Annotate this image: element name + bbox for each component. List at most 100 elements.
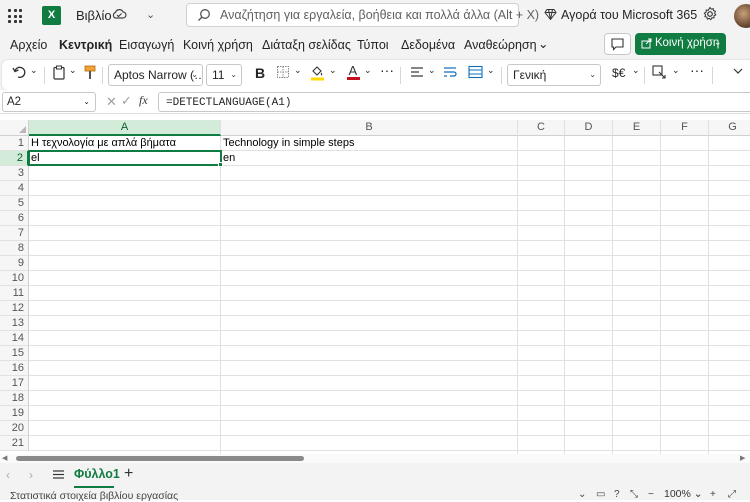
scrollbar-thumb[interactable] bbox=[16, 456, 304, 461]
next-sheet-icon[interactable]: › bbox=[29, 468, 33, 482]
fill-color-chevron-icon[interactable]: ⌄ bbox=[329, 65, 337, 76]
undo-dropdown-chevron-icon[interactable]: ⌄ bbox=[30, 65, 38, 76]
share-button[interactable]: Κοινή χρήση ⌄ bbox=[635, 33, 726, 55]
feedback-icon[interactable]: ▭ bbox=[596, 489, 605, 500]
zoom-level[interactable]: 100% ⌄ bbox=[664, 488, 704, 500]
add-sheet-button[interactable]: + bbox=[124, 465, 133, 483]
font-color-icon[interactable]: A bbox=[346, 63, 361, 81]
chevron-down-icon[interactable]: ⌄ bbox=[578, 489, 586, 500]
tab-page-layout[interactable]: Διάταξη σελίδας bbox=[262, 38, 351, 52]
row-header-21[interactable]: 21 bbox=[0, 436, 29, 451]
search-input[interactable]: Αναζήτηση για εργαλεία, βοήθεια και πολλ… bbox=[186, 3, 539, 27]
tab-review[interactable]: Αναθεώρηση bbox=[464, 38, 537, 52]
comments-button[interactable] bbox=[604, 33, 631, 55]
format-painter-icon[interactable] bbox=[84, 65, 96, 80]
row-header-18[interactable]: 18 bbox=[0, 391, 29, 406]
row-header-19[interactable]: 19 bbox=[0, 406, 29, 421]
chevron-down-icon[interactable]: ⌄ bbox=[146, 8, 155, 21]
row-header-14[interactable]: 14 bbox=[0, 331, 29, 346]
fullscreen-icon[interactable]: ⤢ bbox=[728, 489, 736, 500]
tab-share[interactable]: Κοινή χρήση bbox=[183, 38, 253, 52]
row-header-13[interactable]: 13 bbox=[0, 316, 29, 331]
fit-page-icon[interactable]: ⤡ bbox=[630, 489, 638, 500]
scroll-right-icon[interactable]: ▶ bbox=[740, 454, 745, 462]
tab-data[interactable]: Δεδομένα bbox=[401, 38, 455, 52]
tab-insert[interactable]: Εισαγωγή bbox=[119, 38, 174, 52]
zoom-out-icon[interactable]: − bbox=[648, 489, 654, 500]
more-options-button[interactable]: ··· bbox=[690, 62, 704, 78]
insert-function-button[interactable]: fx bbox=[139, 93, 148, 108]
conditional-format-icon[interactable] bbox=[652, 65, 667, 79]
paste-dropdown-chevron-icon[interactable]: ⌄ bbox=[69, 65, 77, 76]
row-header-7[interactable]: 7 bbox=[0, 226, 29, 241]
align-chevron-icon[interactable]: ⌄ bbox=[428, 65, 436, 76]
fill-handle[interactable] bbox=[218, 162, 223, 167]
formula-input[interactable]: =DETECTLANGUAGE(A1) bbox=[158, 92, 750, 112]
paste-icon[interactable] bbox=[52, 65, 66, 80]
row-header-20[interactable]: 20 bbox=[0, 421, 29, 436]
wrap-text-icon[interactable] bbox=[443, 66, 457, 78]
row-header-9[interactable]: 9 bbox=[0, 256, 29, 271]
horizontal-scrollbar[interactable]: ◀ ▶ bbox=[0, 454, 750, 463]
zoom-in-icon[interactable]: + bbox=[710, 489, 716, 500]
borders-chevron-icon[interactable]: ⌄ bbox=[294, 65, 302, 76]
sheet-tab-active[interactable]: Φύλλο1 bbox=[74, 463, 120, 488]
tab-home[interactable]: Κεντρική bbox=[59, 38, 112, 52]
app-launcher-icon[interactable] bbox=[6, 7, 24, 25]
row-header-5[interactable]: 5 bbox=[0, 196, 29, 211]
tab-formulas[interactable]: Τύποι bbox=[357, 38, 389, 52]
merge-cells-icon[interactable] bbox=[468, 65, 483, 79]
row-header-1[interactable]: 1 bbox=[0, 136, 29, 151]
row-header-4[interactable]: 4 bbox=[0, 181, 29, 196]
workbook-name[interactable]: Βιβλίο bbox=[76, 8, 112, 23]
font-name-select[interactable]: Aptos Narrow (… ⌄ bbox=[108, 64, 203, 86]
bold-button[interactable]: B bbox=[255, 65, 265, 81]
column-header-b[interactable]: B bbox=[221, 120, 518, 136]
column-header-g[interactable]: G bbox=[709, 120, 750, 136]
gear-icon[interactable] bbox=[702, 6, 718, 22]
cancel-icon[interactable]: ✕ bbox=[106, 94, 117, 110]
more-tabs-chevron-icon[interactable]: ⌄ bbox=[538, 36, 548, 51]
select-all-button[interactable] bbox=[0, 120, 29, 136]
currency-chevron-icon[interactable]: ⌄ bbox=[632, 65, 640, 76]
conditional-format-chevron-icon[interactable]: ⌄ bbox=[672, 65, 680, 76]
row-header-16[interactable]: 16 bbox=[0, 361, 29, 376]
fill-color-icon[interactable] bbox=[310, 64, 325, 81]
more-font-options-icon[interactable]: ··· bbox=[380, 62, 394, 78]
merge-chevron-icon[interactable]: ⌄ bbox=[487, 65, 495, 76]
checkmark-icon[interactable]: ✓ bbox=[121, 93, 132, 109]
font-size-select[interactable]: 11 ⌄ bbox=[206, 64, 242, 86]
column-header-f[interactable]: F bbox=[661, 120, 709, 136]
undo-icon[interactable] bbox=[12, 65, 26, 79]
font-color-chevron-icon[interactable]: ⌄ bbox=[364, 65, 372, 76]
row-header-8[interactable]: 8 bbox=[0, 241, 29, 256]
row-header-11[interactable]: 11 bbox=[0, 286, 29, 301]
row-header-12[interactable]: 12 bbox=[0, 301, 29, 316]
currency-format-button[interactable]: $€ bbox=[612, 66, 625, 80]
number-format-select[interactable]: Γενική ⌄ bbox=[507, 64, 601, 86]
cell-b1[interactable]: Technology in simple steps bbox=[221, 136, 354, 151]
scroll-left-icon[interactable]: ◀ bbox=[2, 454, 7, 462]
name-box[interactable]: A2 ⌄ bbox=[2, 92, 96, 112]
collapse-ribbon-chevron-icon[interactable] bbox=[732, 65, 744, 77]
cell-b2[interactable]: en bbox=[221, 151, 235, 166]
tab-file[interactable]: Αρχείο bbox=[10, 38, 47, 52]
row-header-6[interactable]: 6 bbox=[0, 211, 29, 226]
column-header-e[interactable]: E bbox=[613, 120, 661, 136]
row-header-2[interactable]: 2 bbox=[0, 151, 29, 166]
row-header-15[interactable]: 15 bbox=[0, 346, 29, 361]
column-header-a[interactable]: A bbox=[29, 120, 221, 136]
column-header-d[interactable]: D bbox=[565, 120, 613, 136]
column-header-c[interactable]: C bbox=[518, 120, 565, 136]
borders-icon[interactable] bbox=[276, 65, 290, 79]
avatar[interactable] bbox=[734, 4, 750, 28]
row-header-17[interactable]: 17 bbox=[0, 376, 29, 391]
row-header-10[interactable]: 10 bbox=[0, 271, 29, 286]
workbook-statistics-link[interactable]: Στατιστικά στοιχεία βιβλίου εργασίας bbox=[10, 490, 178, 502]
previous-sheet-icon[interactable]: ‹ bbox=[6, 468, 10, 482]
all-sheets-icon[interactable] bbox=[52, 468, 65, 481]
help-icon[interactable]: ? bbox=[614, 489, 620, 500]
cell-a1[interactable]: Η τεχνολογία με απλά βήματα bbox=[29, 136, 176, 151]
row-header-3[interactable]: 3 bbox=[0, 166, 29, 181]
spreadsheet-grid[interactable]: ABCDEFG 1 2 3 4 5 6 7 8 9 10 11 12 13 14 15 16 17 18 19 20 2… bbox=[0, 114, 750, 454]
